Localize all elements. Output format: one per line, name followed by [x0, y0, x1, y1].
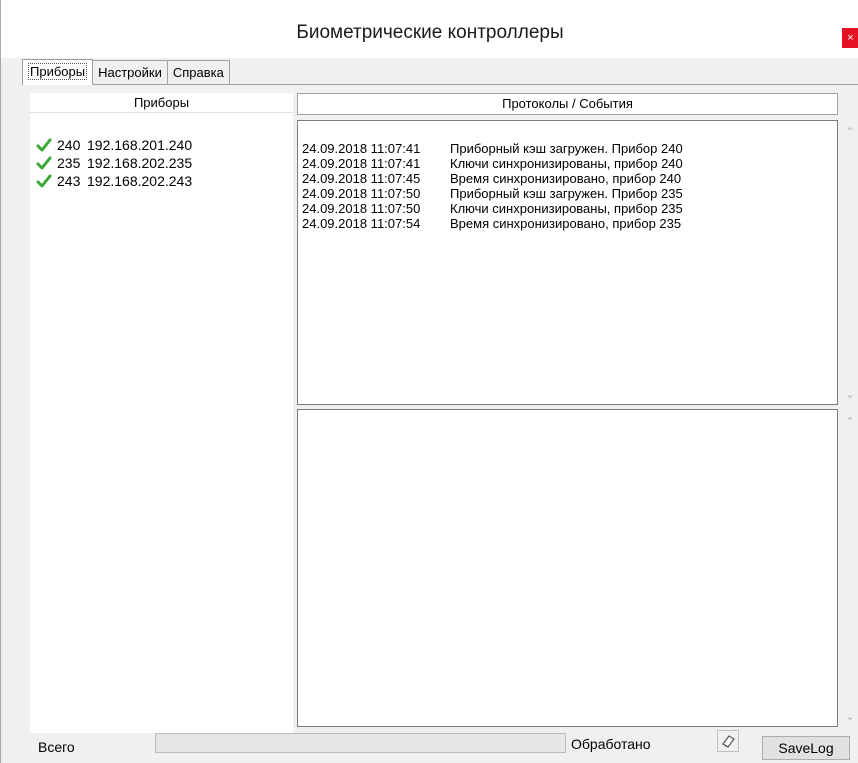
window-title: Биометрические контроллеры: [296, 22, 564, 43]
device-ip: 192.168.202.243: [87, 173, 193, 189]
eraser-icon: [722, 735, 735, 748]
tab-help[interactable]: Справка: [166, 60, 230, 85]
log-message: Ключи синхронизированы, прибор 235: [450, 201, 683, 216]
log-message: Ключи синхронизированы, прибор 240: [450, 156, 683, 171]
device-row[interactable]: 243 192.168.202.243: [36, 171, 192, 191]
device-id: 240: [57, 137, 81, 153]
tab-settings[interactable]: Настройки: [92, 60, 168, 85]
green-check-icon: [36, 156, 52, 170]
log-entry: 24.09.2018 11:07:41 Приборный кэш загруже…: [302, 141, 683, 156]
log-time: 24.09.2018 11:07:50: [302, 201, 421, 216]
processed-label: Обработано: [571, 736, 651, 752]
log-entry: 24.09.2018 11:07:41 Ключи синхронизирован…: [302, 156, 683, 171]
log-time: 24.09.2018 11:07:41: [302, 156, 421, 171]
status-bar: Всего Обработано SaveLog: [1, 722, 858, 763]
log-time: 24.09.2018 11:07:50: [302, 186, 421, 201]
tab-devices-label: Приборы: [28, 63, 88, 80]
clear-log-button[interactable]: [717, 730, 739, 752]
log-message: Время синхронизировано, прибор 235: [450, 216, 682, 231]
devices-list[interactable]: Приборы 240 192.168.201.240 235 192.168.…: [30, 93, 293, 733]
events-scroll-up-icon[interactable]: ⌃: [842, 415, 858, 429]
green-check-icon: [36, 138, 52, 152]
device-ip: 192.168.201.240: [87, 137, 193, 153]
log-header: Протоколы / События: [297, 93, 838, 115]
device-id: 243: [57, 173, 81, 189]
device-id: 235: [57, 155, 81, 171]
log-entry: 24.09.2018 11:07:54 Время синхронизирован…: [302, 216, 683, 231]
log-lines: 24.09.2018 11:07:41 Приборный кэш загруже…: [302, 141, 683, 231]
device-ip: 192.168.202.235: [87, 155, 193, 171]
events-textbox[interactable]: [297, 409, 838, 727]
log-scroll-up-icon[interactable]: ⌃: [842, 125, 858, 139]
close-button[interactable]: ×: [842, 28, 858, 48]
progress-bar: [155, 733, 566, 753]
tab-strip: Приборы Настройки Справка: [22, 59, 230, 85]
events-scroll-down-icon[interactable]: ⌄: [842, 709, 858, 723]
devices-tab-panel: Приборы 240 192.168.201.240 235 192.168.…: [22, 84, 858, 744]
devices-list-header: Приборы: [30, 93, 293, 113]
green-check-icon: [36, 174, 52, 188]
log-entry: 24.09.2018 11:07:45 Время синхронизирован…: [302, 171, 683, 186]
log-scroll-down-icon[interactable]: ⌄: [842, 387, 858, 401]
log-message: Приборный кэш загружен. Прибор 235: [450, 186, 683, 201]
tab-devices[interactable]: Приборы: [22, 59, 94, 85]
save-log-button[interactable]: SaveLog: [762, 736, 850, 760]
total-label: Всего: [38, 739, 75, 755]
device-row[interactable]: 240 192.168.201.240: [36, 135, 192, 155]
log-entry: 24.09.2018 11:07:50 Приборный кэш загруже…: [302, 186, 683, 201]
device-row[interactable]: 235 192.168.202.235: [36, 153, 192, 173]
log-textbox[interactable]: 24.09.2018 11:07:41 Приборный кэш загруже…: [297, 120, 838, 405]
log-time: 24.09.2018 11:07:54: [302, 216, 421, 231]
log-message: Приборный кэш загружен. Прибор 240: [450, 141, 683, 156]
log-time: 24.09.2018 11:07:45: [302, 171, 421, 186]
title-bar: Биометрические контроллеры ×: [1, 0, 858, 58]
log-entry: 24.09.2018 11:07:50 Ключи синхронизирован…: [302, 201, 683, 216]
log-message: Время синхронизировано, прибор 240: [450, 171, 682, 186]
main-window: Биометрические контроллеры × Приборы Нас…: [0, 0, 858, 763]
log-time: 24.09.2018 11:07:41: [302, 141, 421, 156]
